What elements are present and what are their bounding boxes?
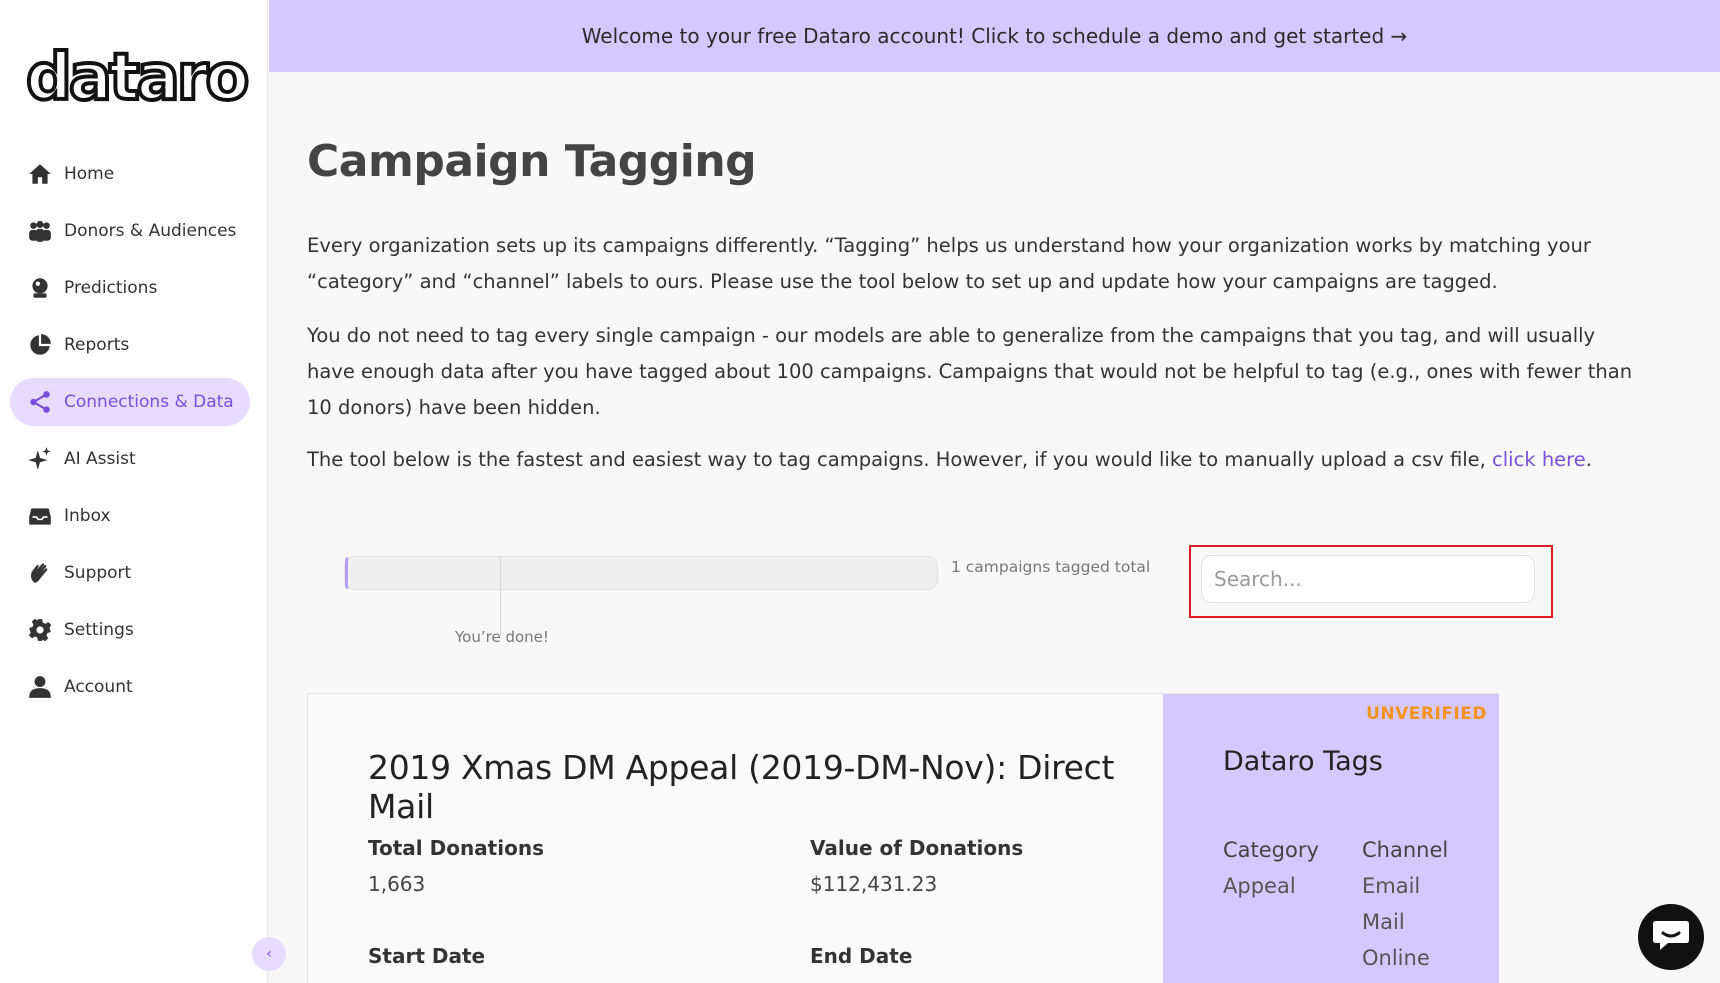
tagging-progress-bar (344, 556, 938, 590)
channel-tag-email[interactable]: Email (1362, 874, 1420, 898)
sidebar-nav: Home Donors & Audiences Predictions Repo… (10, 150, 250, 720)
end-date-label: End Date (810, 944, 913, 968)
progress-goal-marker (500, 556, 501, 636)
sparkles-icon (26, 445, 54, 473)
channel-label: Channel (1362, 838, 1449, 862)
start-date-label: Start Date (368, 944, 486, 968)
dataro-tags-panel: UNVERIFIED Dataro Tags Category Appeal C… (1163, 694, 1499, 983)
sidebar-item-label: Donors & Audiences (64, 221, 237, 241)
category-label: Category (1223, 838, 1319, 862)
sidebar-item-label: Predictions (64, 278, 158, 298)
sidebar-item-connections-data[interactable]: Connections & Data (10, 378, 250, 426)
search-input[interactable] (1201, 555, 1535, 603)
people-icon (26, 217, 54, 245)
tagged-count: 1 campaigns tagged total (951, 558, 1151, 576)
sidebar-item-label: AI Assist (64, 449, 136, 469)
category-tag-appeal[interactable]: Appeal (1223, 874, 1296, 898)
total-donations-label: Total Donations (368, 836, 544, 860)
value-donations-label: Value of Donations (810, 836, 1024, 860)
progress-goal-label: You’re done! (455, 628, 549, 646)
sidebar-item-label: Home (64, 164, 115, 184)
campaign-details: 2019 Xmas DM Appeal (2019-DM-Nov): Direc… (308, 694, 1163, 983)
share-icon (26, 388, 54, 416)
hand-wave-icon (26, 559, 54, 587)
total-donations-value: 1,663 (368, 872, 426, 896)
sidebar-item-reports[interactable]: Reports (10, 321, 250, 369)
sidebar-item-label: Settings (64, 620, 134, 640)
tags-title: Dataro Tags (1223, 746, 1383, 777)
sidebar-item-label: Inbox (64, 506, 111, 526)
sidebar-item-account[interactable]: Account (10, 663, 250, 711)
sidebar-item-settings[interactable]: Settings (10, 606, 250, 654)
sidebar-item-donors-audiences[interactable]: Donors & Audiences (10, 207, 250, 255)
upload-text: The tool below is the fastest and easies… (307, 448, 1493, 471)
campaign-title: 2019 Xmas DM Appeal (2019-DM-Nov): Direc… (368, 748, 1115, 826)
collapse-sidebar-button[interactable]: ‹ (252, 937, 286, 971)
chat-support-button[interactable] (1638, 904, 1704, 970)
sidebar-item-label: Reports (64, 335, 130, 355)
sidebar-item-support[interactable]: Support (10, 549, 250, 597)
sidebar: dataro Home Donors & Audiences Predictio… (0, 0, 268, 983)
intro-paragraph: Every organization sets up its campaigns… (307, 234, 1591, 293)
sidebar-item-home[interactable]: Home (10, 150, 250, 198)
sidebar-item-inbox[interactable]: Inbox (10, 492, 250, 540)
sidebar-item-label: Account (64, 677, 133, 697)
upload-paragraph: The tool below is the fastest and easies… (307, 442, 1637, 478)
crystal-ball-icon (26, 274, 54, 302)
sidebar-item-label: Connections & Data (64, 392, 234, 412)
campaign-card: 2019 Xmas DM Appeal (2019-DM-Nov): Direc… (307, 693, 1499, 983)
dataro-logo[interactable]: dataro (24, 44, 251, 112)
progress-fill (345, 557, 348, 589)
welcome-banner[interactable]: Welcome to your free Dataro account! Cli… (269, 0, 1720, 72)
gear-icon (26, 616, 54, 644)
page-title: Campaign Tagging (307, 136, 757, 187)
upload-text-end: . (1585, 448, 1592, 471)
pie-chart-icon (26, 331, 54, 359)
status-badge: UNVERIFIED (1366, 704, 1487, 724)
upload-csv-link[interactable]: click here (1492, 448, 1586, 471)
channel-tag-online[interactable]: Online (1362, 946, 1430, 970)
sidebar-item-label: Support (64, 563, 132, 583)
channel-tag-mail[interactable]: Mail (1362, 910, 1405, 934)
sidebar-item-predictions[interactable]: Predictions (10, 264, 250, 312)
value-donations-value: $112,431.23 (810, 872, 938, 896)
sidebar-item-ai-assist[interactable]: AI Assist (10, 435, 250, 483)
chat-bubble-icon (1652, 918, 1690, 956)
home-icon (26, 160, 54, 188)
info-paragraph: You do not need to tag every single camp… (307, 324, 1633, 419)
user-icon (26, 673, 54, 701)
banner-text: Welcome to your free Dataro account! Cli… (581, 24, 1408, 48)
inbox-icon (26, 502, 54, 530)
